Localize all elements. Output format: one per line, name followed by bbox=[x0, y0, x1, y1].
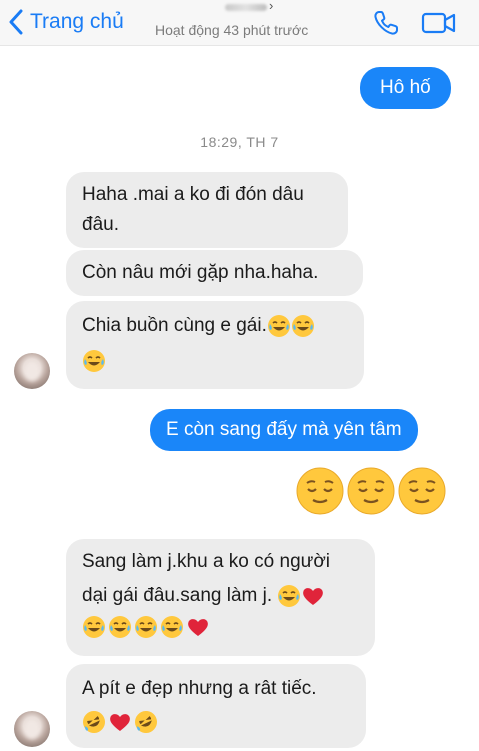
heart-icon bbox=[188, 619, 208, 636]
incoming-message[interactable]: Haha .mai a ko đi đón dâu đâu. bbox=[66, 172, 348, 248]
tears-of-joy-emoji-icon bbox=[83, 616, 105, 638]
heart-icon bbox=[110, 714, 130, 731]
incoming-message[interactable]: Sang làm j.khu a ko có người dại gái đâu… bbox=[66, 539, 375, 656]
tears-of-joy-emoji-icon bbox=[267, 315, 290, 337]
relieved-face-emoji-icon bbox=[347, 467, 395, 515]
message-text: Hô hố bbox=[380, 77, 431, 98]
heart-icon bbox=[303, 588, 324, 605]
tears-of-joy-emoji-icon bbox=[83, 350, 105, 372]
incoming-message[interactable]: Chia buồn cùng e gái. bbox=[66, 301, 364, 389]
tears-of-joy-emoji-icon bbox=[161, 616, 183, 638]
video-camera-icon[interactable] bbox=[421, 10, 457, 36]
tears-of-joy-emoji-icon bbox=[291, 315, 314, 337]
incoming-message[interactable]: A pít e đẹp nhưng a rât tiếc. bbox=[66, 664, 366, 748]
contact-info[interactable]: › Hoạt động 43 phút trước bbox=[155, 0, 330, 46]
incoming-message[interactable]: Còn nâu mới gặp nha.haha. bbox=[66, 250, 363, 296]
back-chevron-icon bbox=[9, 9, 23, 35]
outgoing-message[interactable]: Hô hố bbox=[360, 67, 451, 109]
outgoing-message[interactable]: E còn sang đấy mà yên tâm bbox=[150, 409, 418, 451]
tears-of-joy-emoji-icon bbox=[135, 616, 157, 638]
message-text: Còn nâu mới gặp nha.haha. bbox=[82, 262, 319, 283]
rolling-laughing-emoji-icon bbox=[83, 711, 105, 733]
message-text: E còn sang đấy mà yên tâm bbox=[166, 419, 402, 440]
chevron-right-icon: › bbox=[269, 0, 274, 13]
tears-of-joy-emoji-icon bbox=[109, 616, 131, 638]
message-text: Haha .mai a ko đi đón dâu đâu. bbox=[82, 184, 304, 235]
rolling-laughing-emoji-icon bbox=[135, 711, 157, 733]
back-label: Trang chủ bbox=[30, 10, 124, 33]
relieved-face-emoji-icon bbox=[296, 467, 344, 515]
chat-header: Trang chủ › Hoạt động 43 phút trước bbox=[0, 0, 479, 46]
relieved-face-emoji-icon bbox=[398, 467, 446, 515]
avatar[interactable] bbox=[14, 711, 50, 747]
back-button[interactable]: Trang chủ bbox=[8, 6, 124, 38]
tears-of-joy-emoji-icon bbox=[278, 584, 301, 607]
phone-icon[interactable] bbox=[372, 9, 400, 37]
outgoing-emoji-row[interactable] bbox=[296, 467, 446, 515]
active-status: Hoạt động 43 phút trước bbox=[155, 22, 309, 38]
message-text: A pít e đẹp nhưng a rât tiếc. bbox=[82, 678, 317, 699]
message-text: Chia buồn cùng e gái. bbox=[82, 315, 267, 336]
contact-name-blurred: › bbox=[225, 0, 275, 13]
avatar[interactable] bbox=[14, 353, 50, 389]
timestamp: 18:29, TH 7 bbox=[200, 134, 279, 150]
